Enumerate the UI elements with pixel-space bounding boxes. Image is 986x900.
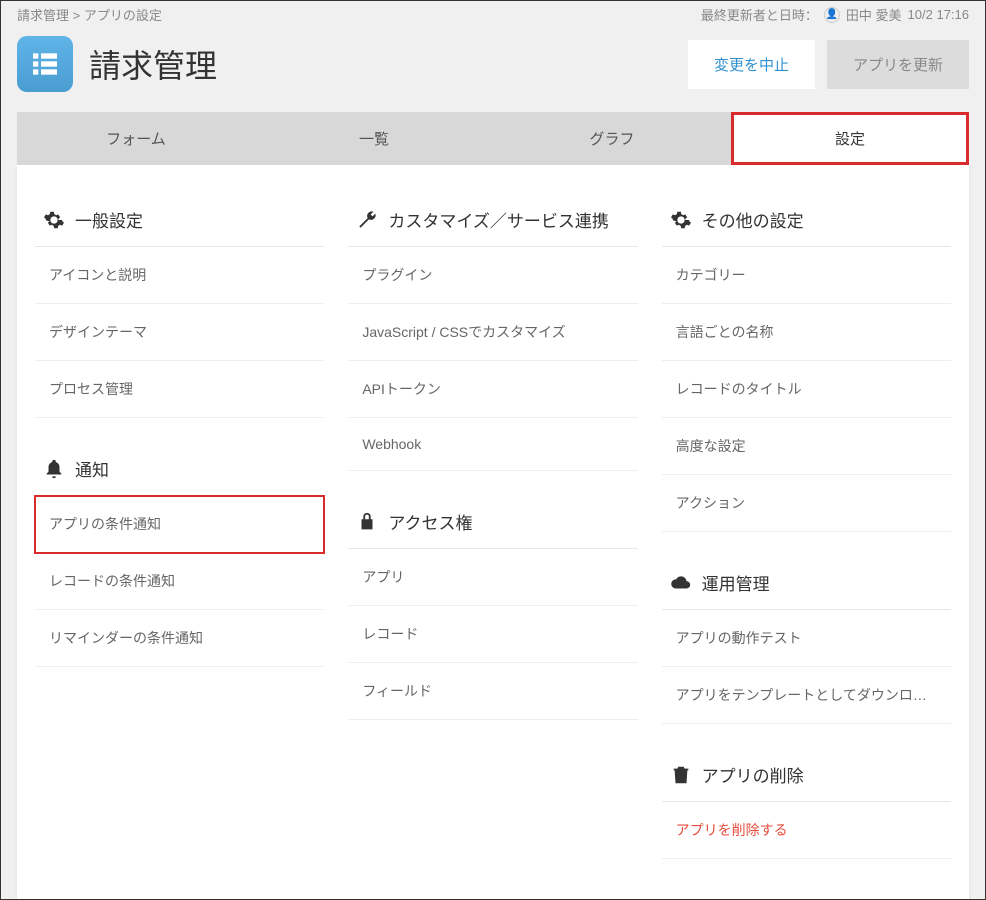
tabs: フォーム 一覧 グラフ 設定 [17,112,969,165]
avatar: 👤 [824,7,840,23]
section-delete-title: アプリの削除 [702,762,804,787]
item-plugin[interactable]: プラグイン [348,247,637,304]
item-app-notification[interactable]: アプリの条件通知 [35,496,324,553]
breadcrumb-page: アプリの設定 [84,8,162,23]
section-customize: カスタマイズ／サービス連携 [348,197,637,247]
item-delete-app[interactable]: アプリを削除する [662,802,951,859]
section-notify: 通知 [35,446,324,496]
item-category[interactable]: カテゴリー [662,247,951,304]
tab-settings[interactable]: 設定 [731,112,969,165]
gear-plus-icon [670,209,692,231]
breadcrumb: 請求管理 > アプリの設定 [17,5,162,24]
item-action[interactable]: アクション [662,475,951,532]
item-record-notification[interactable]: レコードの条件通知 [35,553,324,610]
page-title: 請求管理 [89,41,217,87]
bell-icon [43,458,65,480]
trash-icon [670,764,692,786]
section-access: アクセス権 [348,499,637,549]
section-general-title: 一般設定 [75,207,143,232]
item-process-management[interactable]: プロセス管理 [35,361,324,418]
update-button[interactable]: アプリを更新 [827,40,969,89]
gear-icon [43,209,65,231]
item-app-test[interactable]: アプリの動作テスト [662,610,951,667]
section-delete: アプリの削除 [662,752,951,802]
section-ops-title: 運用管理 [702,570,770,595]
section-access-title: アクセス権 [388,509,472,534]
tab-form[interactable]: フォーム [17,112,255,165]
item-access-app[interactable]: アプリ [348,549,637,606]
last-updated-user: 田中 愛美 [846,5,902,24]
last-updated-label: 最終更新者と日時： [701,5,818,24]
section-ops: 運用管理 [662,560,951,610]
item-access-record[interactable]: レコード [348,606,637,663]
item-js-css[interactable]: JavaScript / CSSでカスタマイズ [348,304,637,361]
section-customize-title: カスタマイズ／サービス連携 [388,207,609,232]
tab-graph[interactable]: グラフ [493,112,731,165]
cloud-icon [670,572,692,594]
tab-list[interactable]: 一覧 [255,112,493,165]
section-general: 一般設定 [35,197,324,247]
breadcrumb-app[interactable]: 請求管理 [17,8,69,23]
wrench-icon [356,209,378,231]
item-webhook[interactable]: Webhook [348,418,637,471]
item-design-theme[interactable]: デザインテーマ [35,304,324,361]
last-updated: 最終更新者と日時： 👤 田中 愛美 10/2 17:16 [701,5,969,24]
app-icon [17,36,73,92]
cancel-button[interactable]: 変更を中止 [688,40,815,89]
last-updated-time: 10/2 17:16 [908,7,969,22]
item-language-names[interactable]: 言語ごとの名称 [662,304,951,361]
item-access-field[interactable]: フィールド [348,663,637,720]
item-download-template[interactable]: アプリをテンプレートとしてダウンロード [662,667,951,724]
section-other: その他の設定 [662,197,951,247]
breadcrumb-sep: > [73,8,81,23]
item-advanced-settings[interactable]: 高度な設定 [662,418,951,475]
section-other-title: その他の設定 [702,207,804,232]
item-api-token[interactable]: APIトークン [348,361,637,418]
lock-icon [356,511,378,533]
item-reminder-notification[interactable]: リマインダーの条件通知 [35,610,324,667]
item-icon-description[interactable]: アイコンと説明 [35,247,324,304]
section-notify-title: 通知 [75,456,109,481]
item-record-title[interactable]: レコードのタイトル [662,361,951,418]
